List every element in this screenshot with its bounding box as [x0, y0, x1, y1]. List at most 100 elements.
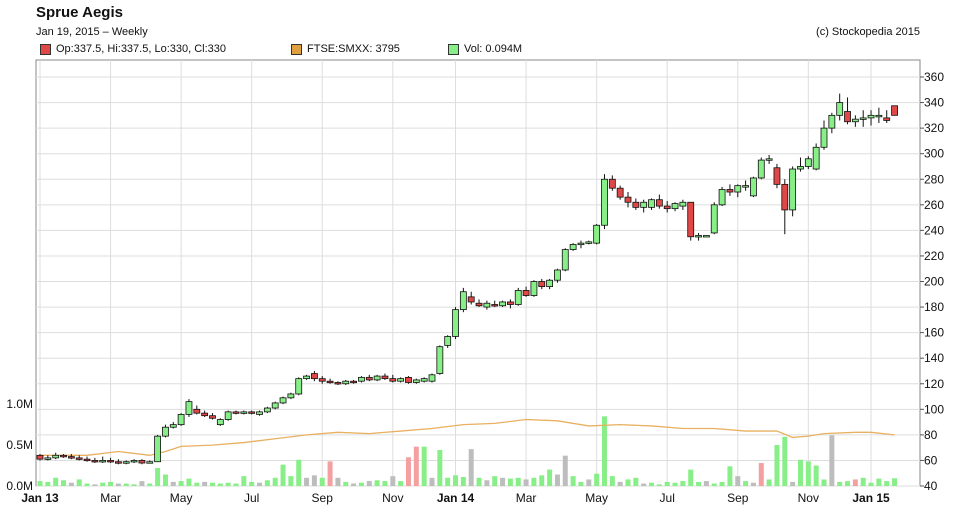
- volume-bar: [421, 446, 427, 486]
- candle-body: [467, 296, 475, 303]
- candle: [459, 287, 467, 313]
- candle-body: [154, 435, 162, 463]
- candle-body: [99, 460, 107, 463]
- volume-bar: [727, 466, 733, 486]
- volume-bar: [774, 445, 780, 486]
- candle-body: [256, 411, 263, 415]
- volume-bar: [845, 481, 851, 486]
- candle-body: [52, 454, 60, 459]
- candle-body: [334, 382, 342, 385]
- candle-body: [561, 249, 569, 271]
- volume-bar: [656, 484, 662, 486]
- candle-body: [358, 376, 365, 382]
- volume-bar: [241, 476, 247, 486]
- candle-body: [303, 375, 310, 380]
- x-tick-label: May: [585, 491, 608, 505]
- volume-bar: [484, 480, 490, 486]
- candle-body: [695, 235, 702, 238]
- volume-bar: [178, 481, 184, 486]
- volume-bar: [649, 482, 655, 486]
- candle-body: [632, 201, 640, 208]
- volume-tick-label: 1.0M: [6, 397, 33, 411]
- price-tick-label: 120: [924, 377, 944, 391]
- volume-axis: 0.0M 0.5M 1.0M: [6, 397, 33, 493]
- candle-body: [83, 458, 91, 462]
- volume-bar: [892, 478, 898, 486]
- candle: [287, 392, 295, 400]
- candle: [185, 399, 193, 417]
- volume-bar: [562, 455, 568, 486]
- volume-bar: [398, 481, 404, 486]
- candle-body: [365, 376, 373, 381]
- candle-body: [601, 178, 608, 226]
- candle-body: [389, 378, 397, 382]
- candle: [718, 186, 726, 207]
- candle: [36, 454, 44, 461]
- volume-bar: [194, 482, 200, 486]
- volume-bar: [413, 446, 419, 486]
- volume-bar: [257, 482, 263, 486]
- price-tick-label: 80: [924, 428, 938, 442]
- volume-bar: [696, 481, 702, 486]
- candle: [703, 235, 710, 238]
- volume-bar: [37, 481, 43, 486]
- candle-body: [185, 401, 193, 415]
- candle-body: [750, 177, 757, 197]
- price-tick-label: 220: [924, 249, 944, 263]
- price-tick-label: 40: [924, 479, 938, 493]
- candle: [373, 374, 381, 382]
- candle-body: [883, 117, 891, 121]
- candle-body: [530, 281, 538, 296]
- volume-bar: [476, 477, 482, 486]
- candle-body: [836, 102, 844, 116]
- candle-body: [279, 397, 287, 404]
- volume-bar: [703, 481, 709, 486]
- candle-body: [554, 269, 561, 281]
- price-tick-label: 360: [924, 70, 944, 84]
- candle-body: [624, 196, 632, 203]
- candle: [757, 157, 765, 180]
- candle: [295, 377, 303, 396]
- candle-body: [851, 118, 859, 123]
- candle-body: [350, 380, 358, 384]
- volume-bar: [821, 479, 827, 486]
- volume-bar: [233, 483, 239, 486]
- volume-bar: [500, 477, 506, 486]
- candle-body: [397, 378, 405, 382]
- price-tick-label: 280: [924, 172, 944, 186]
- candle-body: [616, 187, 624, 198]
- volume-bar: [578, 481, 584, 486]
- candle-body: [36, 454, 44, 460]
- volume-bar: [523, 479, 529, 486]
- candle-body: [91, 460, 99, 463]
- x-tick-label: Jul: [660, 491, 675, 505]
- candle-body: [444, 336, 452, 346]
- volume-bar: [92, 484, 98, 486]
- volume-bar: [249, 481, 255, 486]
- candle: [405, 376, 412, 384]
- volume-bar: [390, 476, 396, 486]
- candle: [177, 413, 185, 426]
- volume-bar: [53, 477, 59, 486]
- candle-body: [67, 456, 75, 459]
- candle-body: [844, 111, 851, 123]
- candle: [593, 223, 601, 245]
- candle-body: [240, 411, 248, 414]
- candle-body: [193, 408, 201, 414]
- candle-body: [875, 114, 883, 118]
- candle-body: [162, 426, 169, 437]
- candle-body: [499, 301, 506, 307]
- volume-bar: [515, 477, 521, 486]
- volume-bar: [296, 459, 302, 486]
- candle-body: [781, 183, 789, 211]
- candle: [271, 401, 279, 410]
- candle-body: [310, 373, 318, 380]
- volume-bar: [554, 474, 560, 486]
- price-tick-label: 160: [924, 326, 944, 340]
- volume-bar: [264, 480, 270, 486]
- candle-body: [475, 302, 483, 307]
- candle-body: [828, 114, 836, 129]
- price-tick-label: 100: [924, 402, 944, 416]
- volume-bar: [594, 473, 600, 486]
- candle-body: [671, 203, 679, 210]
